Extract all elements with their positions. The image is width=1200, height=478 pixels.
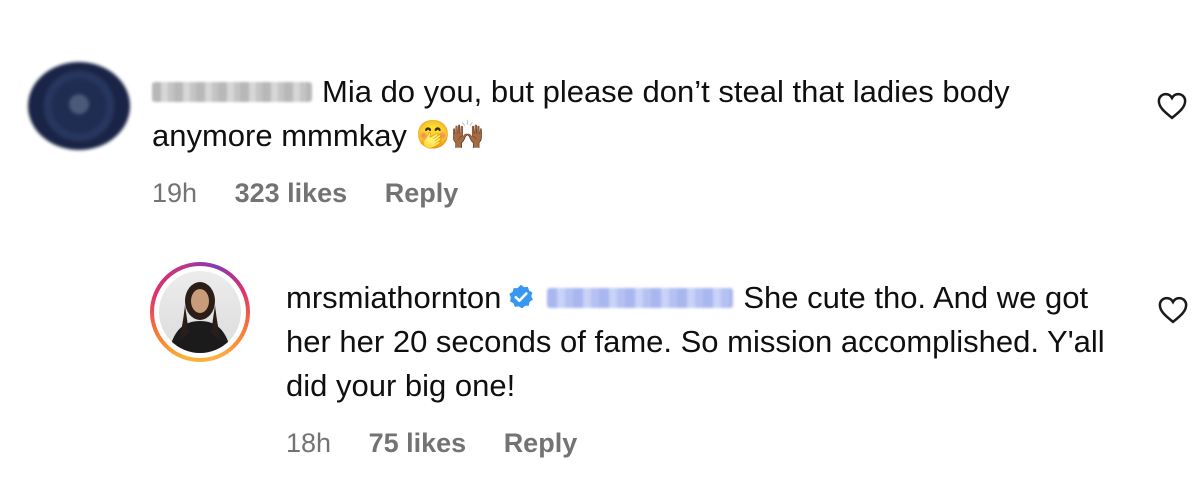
profile-photo <box>159 271 241 353</box>
reply-button[interactable]: Reply <box>385 178 459 208</box>
reply-comment-item: mrsmiathornton She cute tho. And we got … <box>150 262 1200 472</box>
reply-button[interactable]: Reply <box>504 428 578 458</box>
story-ring-avatar[interactable] <box>150 262 250 362</box>
comment-likes[interactable]: 323 likes <box>235 178 348 208</box>
comment-time: 19h <box>152 178 198 208</box>
redacted-mention[interactable] <box>547 287 734 308</box>
comment-item: Mia do you, but please don’t steal that … <box>22 60 1200 230</box>
comment-body: Mia do you, but please don’t steal that … <box>152 70 1102 160</box>
comment-time: 18h <box>286 428 332 458</box>
heart-icon[interactable] <box>1157 92 1187 120</box>
comment-meta: 18h 75 likes Reply <box>286 428 607 459</box>
commenter-avatar[interactable] <box>28 62 130 150</box>
username-link[interactable]: mrsmiathornton <box>286 280 501 315</box>
verified-badge-icon <box>509 284 534 309</box>
redacted-username[interactable] <box>152 81 312 102</box>
comment-meta: 19h 323 likes Reply <box>152 178 488 209</box>
comment-likes[interactable]: 75 likes <box>369 428 467 458</box>
heart-icon[interactable] <box>1158 296 1188 324</box>
comment-body: mrsmiathornton She cute tho. And we got … <box>286 276 1106 408</box>
comment-emojis: 🤭🙌🏾 <box>415 118 486 150</box>
